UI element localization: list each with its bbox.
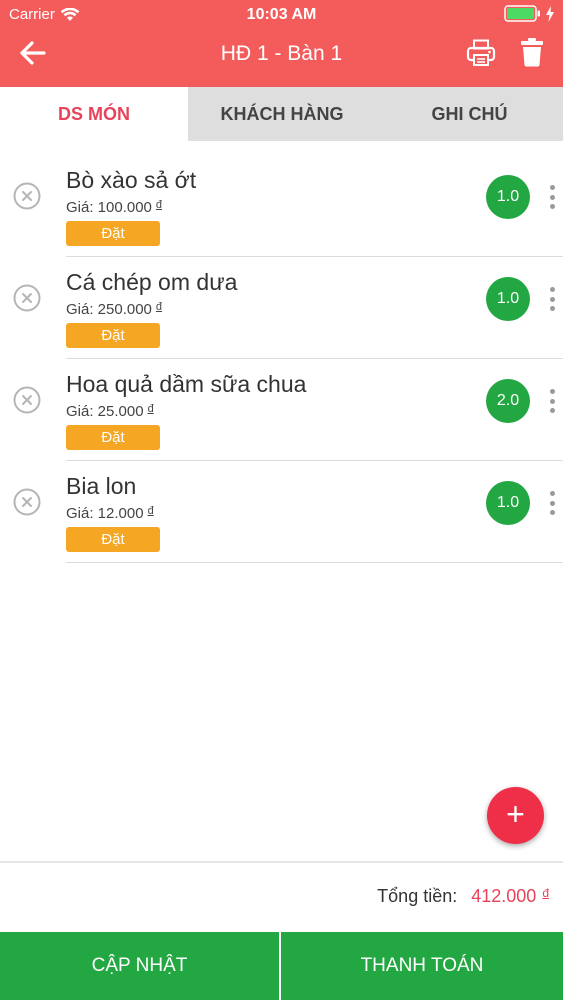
order-button[interactable]: Đặt bbox=[66, 527, 160, 552]
more-vertical-icon[interactable] bbox=[544, 285, 560, 313]
item-currency: đ bbox=[155, 301, 163, 313]
status-bar: Carrier 10:03 AM bbox=[0, 0, 563, 30]
pay-button[interactable]: THANH TOÁN bbox=[281, 932, 563, 1000]
list-item: Hoa quả dầm sữa chua Giá: 25.000 đ Đặt 2.… bbox=[0, 359, 563, 461]
row-divider bbox=[66, 562, 563, 563]
nav-bar: HĐ 1 - Bàn 1 bbox=[0, 30, 563, 87]
close-circle-icon bbox=[13, 284, 41, 312]
item-currency: đ bbox=[147, 505, 154, 517]
close-circle-icon bbox=[13, 182, 41, 210]
close-circle-icon bbox=[13, 488, 41, 516]
quantity-badge[interactable]: 2.0 bbox=[486, 379, 530, 423]
order-button[interactable]: Đặt bbox=[66, 323, 160, 348]
total-label: Tổng tiền: bbox=[377, 886, 458, 906]
charging-icon bbox=[546, 5, 554, 22]
bottom-action-bar: CẬP NHẬT THANH TOÁN bbox=[0, 932, 563, 1000]
print-button[interactable] bbox=[466, 38, 496, 68]
order-item-list: Bò xào sả ớt Giá: 100.000 đ Đặt 1.0 Cá ch… bbox=[0, 155, 563, 563]
total-divider bbox=[0, 861, 563, 863]
remove-item-button[interactable] bbox=[13, 284, 41, 312]
delete-button[interactable] bbox=[520, 37, 546, 67]
quantity-badge[interactable]: 1.0 bbox=[486, 175, 530, 219]
item-name: Cá chép om dưa bbox=[66, 269, 238, 295]
item-price-value: Giá: 100.000 bbox=[66, 199, 152, 216]
item-name: Hoa quả dầm sữa chua bbox=[66, 371, 307, 397]
tab-khach-hang[interactable]: KHÁCH HÀNG bbox=[188, 87, 376, 141]
tab-ds-mon[interactable]: DS MÓN bbox=[0, 87, 188, 141]
list-item: Cá chép om dưa Giá: 250.000 đ Đặt 1.0 bbox=[0, 257, 563, 359]
item-price: Giá: 12.000 đ bbox=[66, 505, 154, 522]
list-item: Bia lon Giá: 12.000 đ Đặt 1.0 bbox=[0, 461, 563, 563]
item-price-value: Giá: 250.000 bbox=[66, 301, 152, 318]
item-price-value: Giá: 12.000 bbox=[66, 505, 144, 522]
status-time: 10:03 AM bbox=[246, 6, 317, 23]
remove-item-button[interactable] bbox=[13, 182, 41, 210]
order-button[interactable]: Đặt bbox=[66, 221, 160, 246]
item-currency: đ bbox=[147, 403, 154, 415]
item-price: Giá: 25.000 đ bbox=[66, 403, 154, 420]
status-right bbox=[504, 5, 555, 22]
battery-icon bbox=[504, 5, 540, 22]
item-price: Giá: 250.000 đ bbox=[66, 301, 162, 318]
more-vertical-icon[interactable] bbox=[544, 387, 560, 415]
tab-bar: DS MÓN KHÁCH HÀNG GHI CHÚ bbox=[0, 87, 563, 141]
quantity-badge[interactable]: 1.0 bbox=[486, 277, 530, 321]
more-vertical-icon[interactable] bbox=[544, 489, 560, 517]
close-circle-icon bbox=[13, 386, 41, 414]
total-currency: đ bbox=[542, 886, 549, 900]
order-button[interactable]: Đặt bbox=[66, 425, 160, 450]
add-item-button[interactable]: + bbox=[487, 787, 544, 844]
item-price: Giá: 100.000 đ bbox=[66, 199, 162, 216]
item-currency: đ bbox=[155, 199, 163, 211]
app-header: Carrier 10:03 AM HĐ 1 - Bàn 1 bbox=[0, 0, 563, 87]
printer-icon bbox=[466, 39, 496, 66]
remove-item-button[interactable] bbox=[13, 386, 41, 414]
trash-icon bbox=[521, 38, 543, 67]
item-price-value: Giá: 25.000 bbox=[66, 403, 144, 420]
total-value: 412.000 bbox=[471, 886, 537, 906]
item-name: Bò xào sả ớt bbox=[66, 167, 197, 193]
tab-ghi-chu[interactable]: GHI CHÚ bbox=[376, 87, 563, 141]
quantity-badge[interactable]: 1.0 bbox=[486, 481, 530, 525]
more-vertical-icon[interactable] bbox=[544, 183, 560, 211]
total-summary: Tổng tiền: 412.000 đ bbox=[377, 886, 549, 907]
update-button[interactable]: CẬP NHẬT bbox=[0, 932, 281, 1000]
list-item: Bò xào sả ớt Giá: 100.000 đ Đặt 1.0 bbox=[0, 155, 563, 257]
item-name: Bia lon bbox=[66, 473, 137, 499]
remove-item-button[interactable] bbox=[13, 488, 41, 516]
